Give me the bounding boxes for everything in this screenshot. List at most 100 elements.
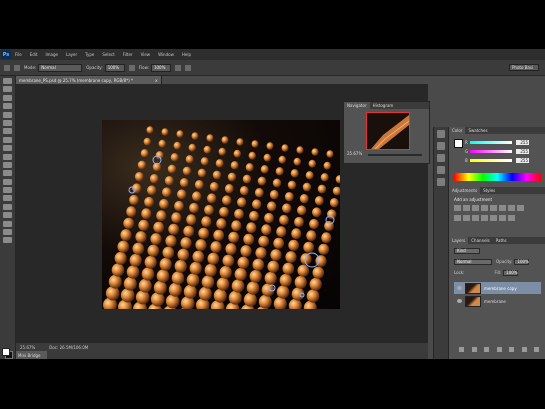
foreground-color-swatch[interactable]: [2, 348, 10, 356]
marquee-tool-icon[interactable]: [3, 86, 12, 93]
crop-tool-icon[interactable]: [3, 111, 12, 118]
path-select-tool-icon[interactable]: [3, 212, 12, 219]
invert-icon[interactable]: [481, 215, 488, 221]
navigator-zoom-slider[interactable]: [368, 154, 422, 156]
history-icon[interactable]: [437, 130, 445, 138]
info-icon[interactable]: [437, 154, 445, 162]
color-balance-icon[interactable]: [508, 205, 515, 211]
flow-field[interactable]: 100%: [150, 63, 171, 72]
zoom-level[interactable]: 25.67%: [20, 345, 35, 350]
tab-channels[interactable]: Channels: [468, 237, 493, 244]
brush-panel-icon[interactable]: [14, 64, 20, 71]
layer-name[interactable]: membrane: [484, 299, 506, 304]
move-tool-icon[interactable]: [3, 78, 12, 84]
menu-edit[interactable]: Edit: [30, 52, 38, 57]
hue-sat-icon[interactable]: [499, 205, 506, 211]
mode-select[interactable]: Normal: [38, 63, 83, 72]
layer-name[interactable]: membrane copy: [484, 286, 517, 291]
mask-icon[interactable]: [484, 347, 489, 352]
tab-navigator[interactable]: Navigator: [344, 102, 370, 109]
brush-preset-icon[interactable]: [4, 64, 10, 71]
brush-icon[interactable]: [437, 166, 445, 174]
color-row-r[interactable]: R 255: [465, 139, 535, 145]
channel-mixer-icon[interactable]: [463, 215, 470, 221]
mini-bridge-tab[interactable]: Mini Bridge: [16, 351, 47, 359]
pen-tool-icon[interactable]: [3, 195, 12, 202]
levels-icon[interactable]: [463, 205, 470, 211]
layer-opacity-field[interactable]: 100%: [514, 258, 530, 265]
healing-tool-icon[interactable]: [3, 128, 12, 135]
tab-styles[interactable]: Styles: [480, 187, 498, 194]
tab-paths[interactable]: Paths: [493, 237, 510, 244]
menu-type[interactable]: Type: [85, 52, 94, 57]
close-icon[interactable]: ×: [155, 78, 158, 83]
color-row-b[interactable]: B 255: [465, 157, 535, 163]
lasso-tool-icon[interactable]: [3, 94, 12, 101]
canvas-image[interactable]: [102, 120, 340, 309]
menu-window[interactable]: Window: [158, 52, 174, 57]
new-layer-icon[interactable]: [521, 347, 527, 352]
type-tool-icon[interactable]: [3, 203, 12, 210]
pressure-opacity-icon[interactable]: [128, 64, 135, 71]
tab-color[interactable]: Color: [449, 127, 466, 134]
eye-icon[interactable]: [457, 286, 462, 290]
document-tab[interactable]: membrane_PS.psd @ 25.7% (membrane copy, …: [16, 76, 162, 84]
layer-row-membrane-copy[interactable]: membrane copy: [454, 282, 541, 294]
blur-tool-icon[interactable]: [3, 178, 12, 185]
hand-tool-icon[interactable]: [3, 229, 12, 236]
adjustment-layer-icon[interactable]: [496, 347, 502, 352]
b-slider[interactable]: [470, 158, 512, 162]
quick-select-tool-icon[interactable]: [3, 103, 12, 110]
b-value[interactable]: 255: [516, 157, 529, 163]
airbrush-icon[interactable]: [174, 64, 181, 71]
menu-filter[interactable]: Filter: [123, 52, 133, 57]
photo-filter-icon[interactable]: [454, 215, 461, 221]
menu-select[interactable]: Select: [102, 52, 114, 57]
menu-help[interactable]: Help: [182, 52, 191, 57]
dodge-tool-icon[interactable]: [3, 187, 12, 194]
color-panel-swatch[interactable]: [454, 139, 463, 148]
color-row-g[interactable]: G 255: [465, 148, 535, 154]
eyedropper-tool-icon[interactable]: [3, 119, 12, 126]
zoom-tool-icon[interactable]: [3, 237, 12, 244]
character-icon[interactable]: [437, 178, 445, 186]
clone-stamp-tool-icon[interactable]: [3, 145, 12, 152]
workspace-switcher[interactable]: Photo Basi: [509, 64, 539, 71]
actions-icon[interactable]: [437, 142, 445, 150]
posterize-icon[interactable]: [490, 215, 497, 221]
pressure-size-icon[interactable]: [184, 64, 191, 71]
trash-icon[interactable]: [534, 347, 539, 352]
link-icon[interactable]: [459, 347, 464, 352]
tab-adjustments[interactable]: Adjustments: [449, 187, 481, 194]
opacity-field[interactable]: 100%: [104, 63, 125, 72]
r-value[interactable]: 255: [516, 139, 529, 145]
g-value[interactable]: 255: [516, 148, 529, 154]
history-brush-tool-icon[interactable]: [3, 153, 12, 160]
lookup-icon[interactable]: [472, 215, 479, 221]
menu-layer[interactable]: Layer: [66, 52, 77, 57]
menu-view[interactable]: View: [141, 52, 151, 57]
r-slider[interactable]: [470, 140, 512, 144]
g-slider[interactable]: [470, 149, 512, 153]
layer-kind-select[interactable]: Kind: [454, 247, 480, 254]
navigator-zoom[interactable]: 25.67%: [347, 151, 362, 156]
menu-file[interactable]: File: [15, 52, 22, 57]
curves-icon[interactable]: [472, 205, 479, 211]
threshold-icon[interactable]: [499, 215, 506, 221]
bw-icon[interactable]: [517, 205, 524, 211]
fx-icon[interactable]: [471, 347, 477, 352]
brush-tool-icon[interactable]: [3, 136, 12, 143]
gradient-tool-icon[interactable]: [3, 170, 12, 177]
tab-layers[interactable]: Layers: [449, 237, 469, 244]
gradient-map-icon[interactable]: [508, 215, 515, 221]
fill-field[interactable]: 100%: [503, 269, 519, 276]
layer-row-membrane[interactable]: membrane: [454, 295, 541, 307]
vibrance-icon[interactable]: [490, 205, 497, 211]
tab-swatches[interactable]: Swatches: [465, 127, 490, 134]
eye-icon[interactable]: [457, 299, 462, 303]
blend-mode-select[interactable]: Normal: [454, 258, 492, 265]
tab-histogram[interactable]: Histogram: [370, 102, 397, 109]
color-spectrum[interactable]: [454, 173, 541, 181]
eraser-tool-icon[interactable]: [3, 161, 12, 168]
shape-tool-icon[interactable]: [3, 220, 12, 227]
